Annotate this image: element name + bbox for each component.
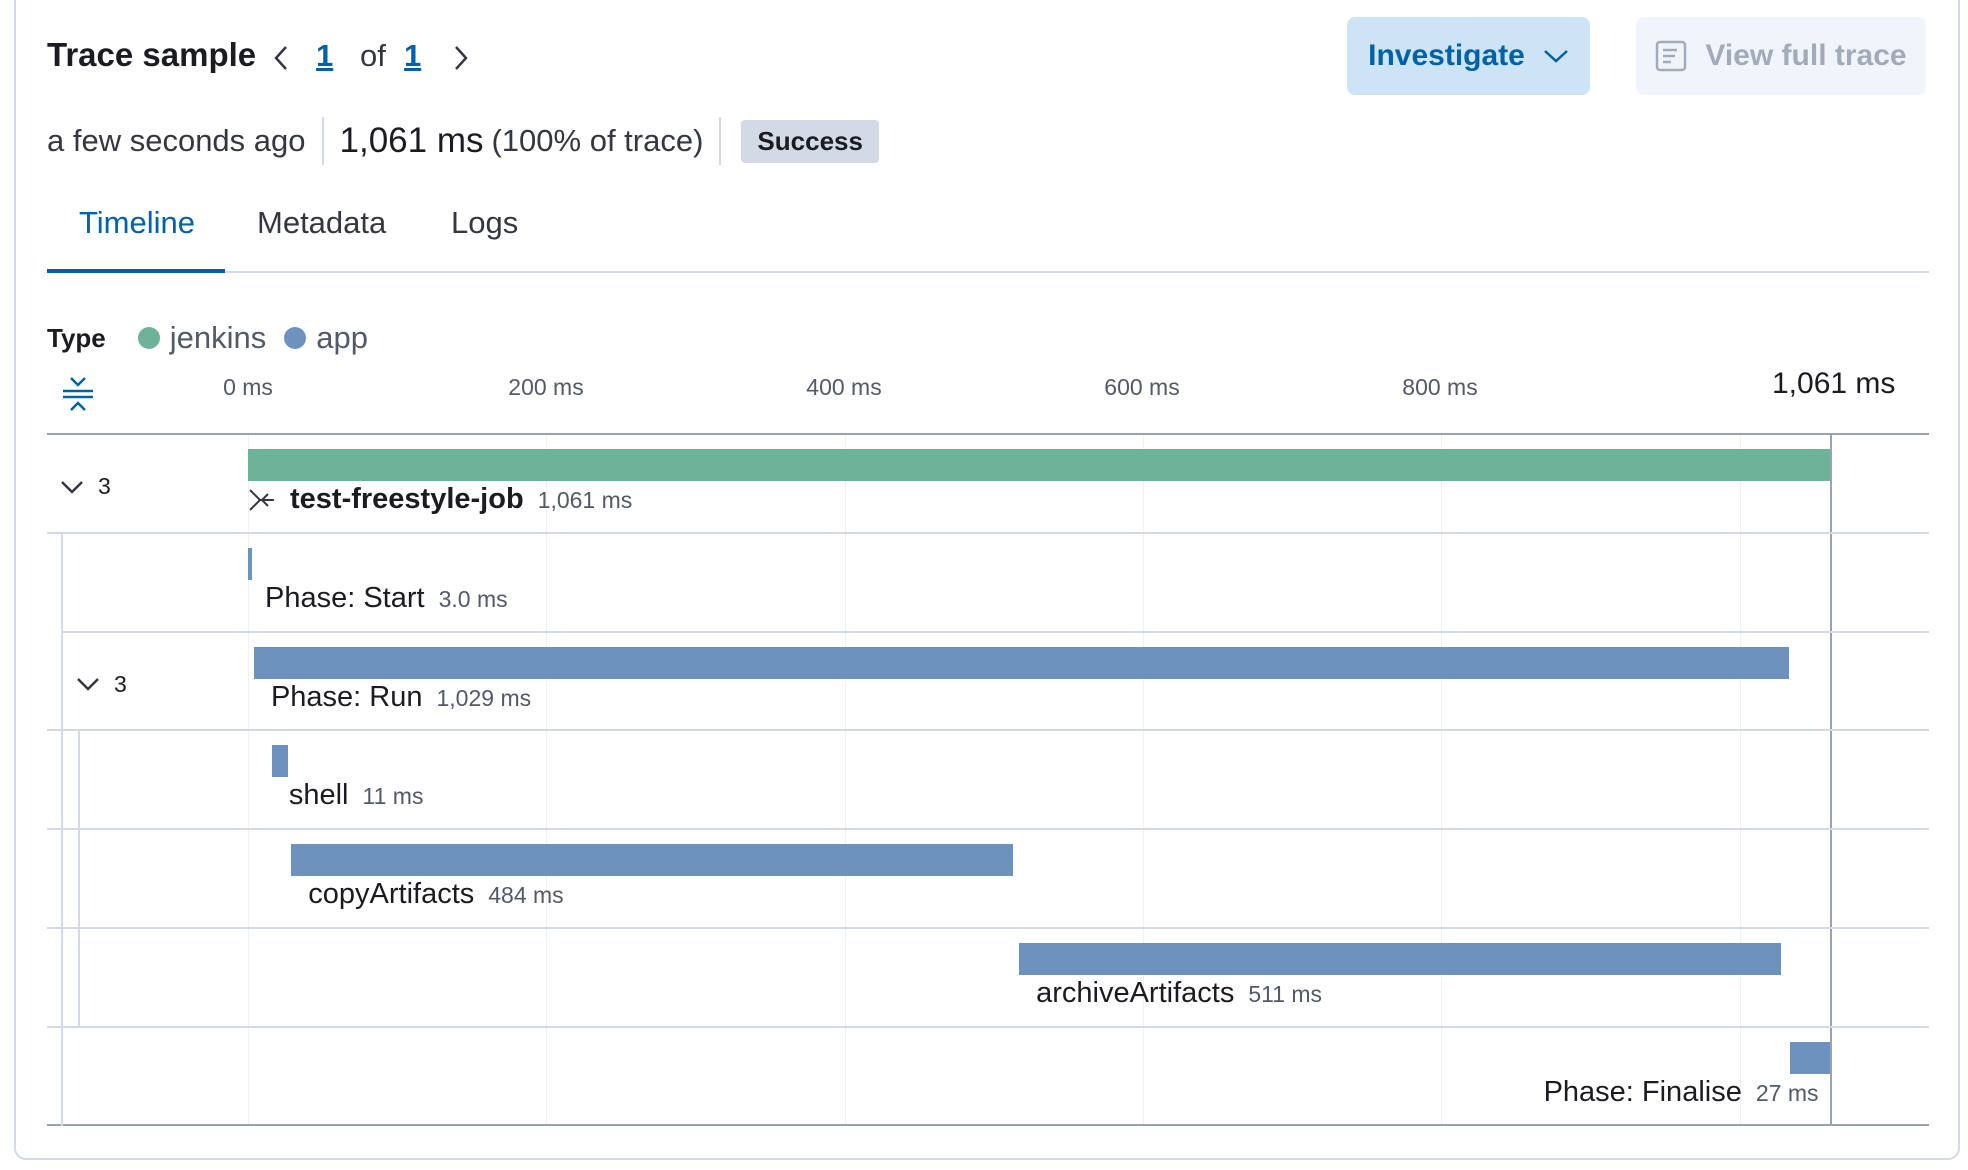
legend-item-jenkins: jenkins: [169, 320, 267, 355]
jenkins-dot-icon: [137, 327, 160, 349]
span-name[interactable]: copyArtifacts: [308, 878, 474, 911]
span-name[interactable]: shell: [289, 779, 349, 812]
axis-tick-label: 400 ms: [806, 374, 882, 400]
chevron-down-icon: [77, 678, 99, 691]
legend-label: Type: [47, 322, 106, 353]
view-full-trace-label: View full trace: [1705, 39, 1907, 72]
span-label: Phase: Start 3.0 ms: [265, 582, 508, 615]
span-label: test-freestyle-job 1,061 ms: [248, 483, 632, 516]
tabs-divider: [47, 271, 1929, 273]
span-label: Phase: Finalise 27 ms: [1544, 1076, 1819, 1109]
timestamp: a few seconds ago: [47, 123, 306, 158]
span-bar[interactable]: [253, 646, 1789, 679]
divider: [321, 117, 324, 165]
tab-timeline[interactable]: Timeline: [79, 205, 195, 241]
axis-tick-label: 200 ms: [508, 374, 584, 400]
axis-tick-label: 800 ms: [1402, 374, 1478, 400]
investigate-button[interactable]: Investigate: [1347, 17, 1590, 95]
trace-percent: (100% of trace): [491, 123, 704, 158]
active-tab-indicator: [47, 269, 225, 273]
span-label: archiveArtifacts 511 ms: [1036, 977, 1322, 1010]
chevron-down-icon: [61, 480, 83, 494]
trace-summary: a few seconds ago 1,061 ms (100% of trac…: [47, 116, 879, 166]
legend-item-app: app: [316, 320, 368, 355]
chevron-left-icon: [274, 46, 287, 70]
span-name[interactable]: Phase: Start: [265, 582, 425, 615]
tab-logs[interactable]: Logs: [451, 205, 518, 241]
span-name[interactable]: Phase: Run: [271, 681, 423, 714]
chevron-right-icon: [455, 46, 468, 70]
previous-sample-button[interactable]: [266, 38, 296, 78]
span-bar[interactable]: [271, 745, 289, 778]
span-row[interactable]: [47, 927, 1929, 1026]
divider: [719, 117, 722, 165]
span-bar[interactable]: [248, 547, 253, 580]
span-expand-toggle[interactable]: 3: [60, 473, 111, 500]
span-name[interactable]: test-freestyle-job: [290, 483, 524, 516]
status-badge: Success: [741, 119, 879, 163]
collapse-icon: [63, 377, 93, 411]
child-count: 3: [98, 473, 111, 499]
merge-icon: [249, 488, 274, 511]
next-sample-button[interactable]: [446, 38, 476, 78]
span-duration: 1,061 ms: [537, 487, 633, 513]
span-bar[interactable]: [1790, 1041, 1831, 1074]
axis-end-label: 1,061 ms: [1772, 367, 1896, 400]
tab-metadata[interactable]: Metadata: [257, 205, 386, 241]
span-duration: 3.0 ms: [438, 585, 508, 612]
span-duration: 511 ms: [1248, 981, 1323, 1007]
span-duration: 11 ms: [362, 783, 424, 810]
view-full-trace-button[interactable]: View full trace: [1636, 17, 1926, 95]
span-bar[interactable]: [1019, 943, 1782, 975]
span-label: copyArtifacts 484 ms: [308, 878, 563, 911]
page-title: Trace sample: [47, 36, 257, 73]
axis-tick-label: 0 ms: [223, 374, 273, 400]
investigate-button-label: Investigate: [1368, 39, 1525, 72]
child-count: 3: [114, 670, 127, 697]
span-name[interactable]: Phase: Finalise: [1544, 1076, 1742, 1109]
document-icon: [1656, 40, 1687, 72]
span-duration: 27 ms: [1755, 1079, 1819, 1106]
span-expand-toggle[interactable]: 3: [76, 671, 127, 698]
span-duration: 484 ms: [488, 882, 564, 909]
axis-tick-label: 600 ms: [1104, 374, 1180, 400]
span-bar[interactable]: [291, 844, 1014, 877]
total-samples-link[interactable]: 1: [404, 38, 421, 74]
span-bar[interactable]: [248, 449, 1831, 481]
app-dot-icon: [284, 327, 307, 349]
span-name[interactable]: archiveArtifacts: [1036, 977, 1234, 1010]
type-legend: Type jenkins app: [47, 320, 386, 356]
collapse-all-button[interactable]: [60, 376, 96, 412]
span-label: Phase: Run 1,029 ms: [271, 681, 531, 714]
chevron-down-icon: [1544, 50, 1568, 63]
span-duration: 1,029 ms: [436, 684, 532, 711]
current-sample-link[interactable]: 1: [316, 38, 333, 74]
waterfall-timeline: 3 test-freestyle-job 1,061 ms Phase: Start 3…: [47, 433, 1929, 1126]
span-label: shell 11 ms: [289, 779, 424, 812]
trace-duration: 1,061 ms: [339, 121, 484, 160]
pagination-of-label: of: [360, 38, 386, 73]
